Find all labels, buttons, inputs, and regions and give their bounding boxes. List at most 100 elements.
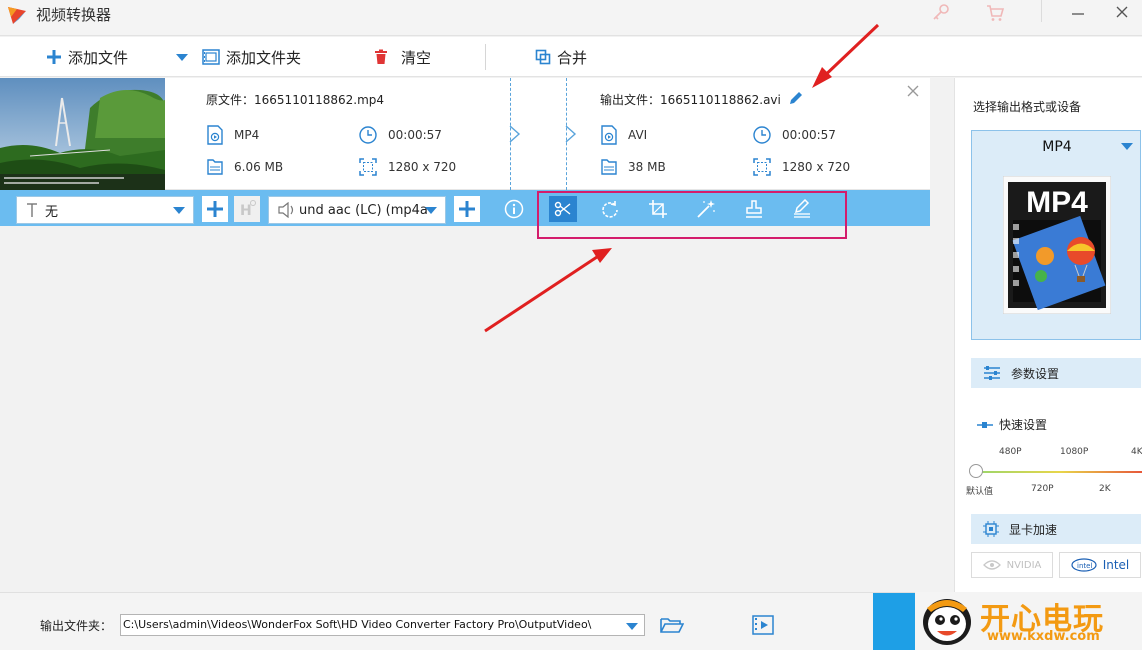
- params-settings-button[interactable]: 参数设置: [971, 358, 1141, 388]
- subtitle-select[interactable]: 无: [16, 196, 194, 224]
- plus-icon: [47, 50, 61, 64]
- output-resolution-value: 1280 x 720: [782, 160, 851, 174]
- file-size-icon: [207, 159, 223, 175]
- arrow-right-icon: [509, 125, 521, 143]
- source-format: MP4: [206, 125, 259, 145]
- cart-icon[interactable]: [985, 3, 1005, 23]
- output-resolution: 1280 x 720: [752, 157, 850, 177]
- output-duration-value: 00:00:57: [782, 128, 836, 142]
- text-t-icon: [27, 203, 37, 217]
- format-selector[interactable]: MP4 MP4: [971, 130, 1141, 340]
- app-title: 视频转换器: [36, 6, 112, 24]
- key-icon[interactable]: [931, 3, 951, 23]
- quick-settings-label: 快速设置: [999, 418, 1048, 432]
- tick-1080p: 1080P: [1060, 447, 1089, 457]
- quality-slider-thumb[interactable]: [969, 464, 983, 478]
- source-size-value: 6.06 MB: [234, 160, 284, 174]
- output-format-value: AVI: [628, 128, 648, 142]
- chevron-down-icon[interactable]: [626, 623, 638, 630]
- output-file-value: 1665110118862.avi: [660, 93, 781, 107]
- add-file-dropdown-icon[interactable]: [175, 53, 189, 63]
- source-duration: 00:00:57: [358, 125, 442, 145]
- trash-icon: [375, 49, 387, 64]
- nvidia-button[interactable]: NVIDIA: [971, 552, 1053, 578]
- output-panel-title: 选择输出格式或设备: [973, 100, 1082, 114]
- audio-track-select[interactable]: und aac (LC) (mp4a: [268, 196, 446, 224]
- quality-slider-track[interactable]: [977, 471, 1142, 473]
- output-size: 38 MB: [600, 157, 666, 177]
- title-bar: 视频转换器: [0, 0, 1142, 36]
- tick-4k: 4K: [1131, 447, 1142, 457]
- format-name: MP4: [1042, 139, 1072, 155]
- audio-track-value: und aac (LC) (mp4a: [299, 202, 428, 218]
- gpu-acceleration-button[interactable]: 显卡加速: [971, 514, 1141, 544]
- plus-icon: [459, 201, 475, 217]
- svg-text:intel: intel: [1077, 562, 1092, 570]
- source-resolution: 1280 x 720: [358, 157, 456, 177]
- merge-icon: [535, 49, 551, 65]
- intel-logo-icon: intel: [1071, 558, 1097, 572]
- file-size-icon: [601, 159, 617, 175]
- merge-label: 合并: [557, 48, 588, 67]
- source-file-value: 1665110118862.mp4: [254, 93, 385, 107]
- add-file-button[interactable]: 添加文件: [46, 47, 128, 67]
- mascot-logo-icon: [923, 599, 971, 645]
- tick-480p: 480P: [999, 447, 1022, 457]
- video-file-icon: [207, 125, 223, 145]
- main-toolbar: 添加文件 添加文件夹 清空 合并: [0, 37, 1142, 77]
- open-output-video-icon[interactable]: [752, 615, 774, 635]
- output-panel: 选择输出格式或设备 MP4 MP4 参数设置 快速设置 480P 1080P 4…: [954, 78, 1142, 592]
- toolbar-separator: [485, 44, 486, 70]
- open-folder-icon[interactable]: [660, 616, 684, 634]
- close-icon[interactable]: [1110, 3, 1134, 23]
- plus-icon: [207, 201, 223, 217]
- tick-720p: 720P: [1031, 484, 1054, 494]
- source-size: 6.06 MB: [206, 157, 283, 177]
- chevron-down-icon: [425, 207, 437, 214]
- film-folder-icon: [202, 49, 220, 65]
- chip-icon: [983, 521, 999, 537]
- quick-settings-icon: [977, 421, 993, 428]
- output-format: AVI: [600, 125, 647, 145]
- arrow-right-icon: [565, 125, 577, 143]
- file-item[interactable]: 原文件：1665110118862.mp4 MP4 00:00:57 6.06 …: [0, 78, 930, 190]
- video-file-icon: [601, 125, 617, 145]
- add-file-label: 添加文件: [68, 48, 129, 67]
- intel-button[interactable]: intel Intel: [1059, 552, 1141, 578]
- info-icon: [504, 199, 524, 219]
- speaker-icon: [278, 202, 294, 218]
- merge-button[interactable]: 合并: [535, 47, 587, 67]
- resolution-icon: [753, 158, 771, 176]
- clear-button[interactable]: 清空: [373, 47, 431, 67]
- add-audio-button[interactable]: [454, 196, 480, 222]
- source-file-name: 原文件：1665110118862.mp4: [206, 91, 384, 108]
- clock-icon: [753, 126, 771, 144]
- gpu-acceleration-label: 显卡加速: [1009, 522, 1058, 537]
- output-path-field[interactable]: C:\Users\admin\Videos\WonderFox Soft\HD …: [120, 614, 645, 636]
- add-subtitle-button[interactable]: [202, 196, 228, 222]
- mp4-image-text: MP4: [1026, 186, 1088, 219]
- source-duration-value: 00:00:57: [388, 128, 442, 142]
- rename-pencil-icon[interactable]: [788, 90, 804, 106]
- svg-text:H: H: [240, 203, 252, 219]
- hardsub-h-icon: H: [240, 200, 256, 219]
- output-file-label: 输出文件：: [600, 93, 661, 107]
- info-button[interactable]: [501, 197, 527, 221]
- nvidia-label: NVIDIA: [1006, 559, 1042, 571]
- add-folder-label: 添加文件夹: [226, 48, 302, 67]
- video-thumbnail[interactable]: [0, 78, 165, 190]
- remove-item-icon[interactable]: [906, 84, 920, 98]
- subtitle-value: 无: [45, 204, 59, 220]
- intel-label: Intel: [1102, 558, 1130, 572]
- clock-icon: [359, 126, 377, 144]
- add-folder-button[interactable]: 添加文件夹: [202, 47, 301, 67]
- chevron-down-icon: [1121, 143, 1133, 150]
- minimize-icon[interactable]: [1066, 3, 1090, 23]
- hardsub-button[interactable]: H: [234, 196, 260, 222]
- params-settings-label: 参数设置: [1011, 366, 1060, 381]
- source-resolution-value: 1280 x 720: [388, 160, 457, 174]
- run-button[interactable]: [873, 593, 915, 650]
- highlight-box: [537, 191, 847, 239]
- tick-default: 默认值: [966, 487, 994, 497]
- source-file-label: 原文件：: [206, 93, 255, 107]
